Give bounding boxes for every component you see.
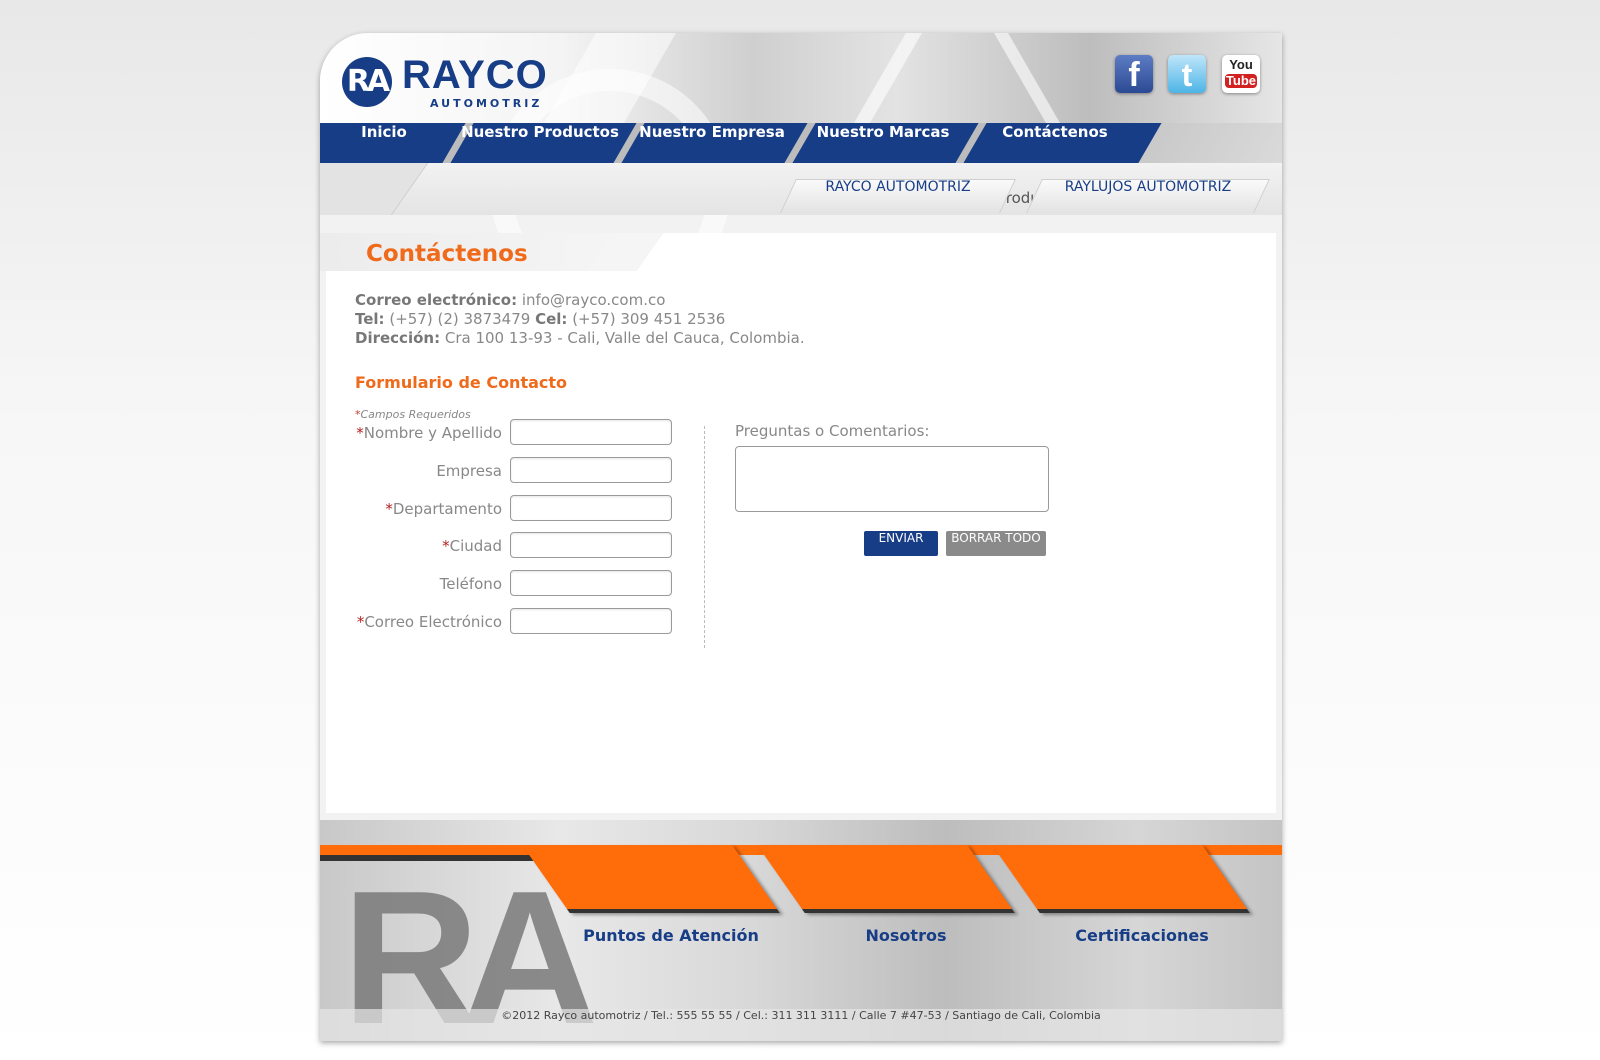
required-star: * <box>385 500 393 518</box>
field-label-text: Departamento <box>392 500 502 518</box>
ciudad-input[interactable] <box>510 532 672 558</box>
contact-info: Correo electrónico: info@rayco.com.co Te… <box>355 291 805 348</box>
nav-item-empresa[interactable]: Nuestro Empresa <box>632 123 792 163</box>
departamento-input[interactable] <box>510 495 672 521</box>
sub-tab-raylujos[interactable]: RAYLUJOS AUTOMOTRIZ <box>1034 179 1262 213</box>
form-divider <box>704 426 705 648</box>
required-star: * <box>442 537 450 555</box>
send-button[interactable]: ENVIAR <box>864 531 938 556</box>
twitter-icon[interactable]: t <box>1168 55 1206 93</box>
email-value[interactable]: info@rayco.com.co <box>522 291 666 309</box>
field-label-telefono: Teléfono <box>340 575 502 593</box>
field-label-text: Empresa <box>436 462 502 480</box>
sub-tab-rayco[interactable]: RAYCO AUTOMOTRIZ <box>788 179 1008 213</box>
contact-address-line: Dirección: Cra 100 13-93 - Cali, Valle d… <box>355 329 805 348</box>
field-label-text: Correo Electrónico <box>364 613 502 631</box>
nav-item-marcas[interactable]: Nuestro Marcas <box>803 123 963 163</box>
telefono-input[interactable] <box>510 570 672 596</box>
tel-value: (+57) (2) 3873479 <box>389 310 531 328</box>
field-label-text: Nombre y Apellido <box>363 424 502 442</box>
field-label-text: Ciudad <box>449 537 502 555</box>
footer-link-nosotros[interactable]: Nosotros <box>811 926 1001 945</box>
footer-link-puntos[interactable]: Puntos de Atención <box>576 926 766 945</box>
field-label-nombre: *Nombre y Apellido <box>340 424 502 442</box>
correo-input[interactable] <box>510 608 672 634</box>
empresa-input[interactable] <box>510 457 672 483</box>
main-nav-end <box>1138 123 1282 163</box>
address-value: Cra 100 13-93 - Cali, Valle del Cauca, C… <box>444 329 805 347</box>
nav-item-productos[interactable]: Nuestro Productos <box>460 123 620 163</box>
page-title: Contáctenos <box>366 241 528 267</box>
field-label-correo: *Correo Electrónico <box>340 613 502 631</box>
comments-label: Preguntas o Comentarios: <box>735 422 930 440</box>
page-frame: RA RAYCO AUTOMOTRIZ f t You Tube Inicio … <box>320 33 1282 1041</box>
rayco-logo[interactable]: RA RAYCO AUTOMOTRIZ <box>342 53 552 115</box>
field-label-empresa: Empresa <box>340 462 502 480</box>
comments-textarea[interactable] <box>735 446 1049 512</box>
header: RA RAYCO AUTOMOTRIZ f t You Tube <box>320 33 1282 309</box>
address-label: Dirección: <box>355 329 441 347</box>
logo-subtitle: AUTOMOTRIZ <box>430 97 543 110</box>
nav-item-inicio[interactable]: Inicio <box>320 123 448 163</box>
nav-item-contactenos[interactable]: Contáctenos <box>975 123 1135 163</box>
copyright: ©2012 Rayco automotriz / Tel.: 555 55 55… <box>320 1009 1282 1041</box>
field-label-text: Teléfono <box>439 575 502 593</box>
youtube-icon[interactable]: You Tube <box>1222 55 1260 93</box>
logo-name: RAYCO <box>402 53 548 97</box>
youtube-icon-bottom: Tube <box>1225 73 1257 88</box>
contact-phone-line: Tel: (+57) (2) 3873479 Cel: (+57) 309 45… <box>355 310 805 329</box>
tel-label: Tel: <box>355 310 385 328</box>
cel-value: (+57) 309 451 2536 <box>572 310 726 328</box>
required-note-text: Campos Requeridos <box>360 408 471 421</box>
form-title: Formulario de Contacto <box>355 373 568 392</box>
youtube-icon-top: You <box>1229 57 1253 72</box>
logo-mark: RA <box>342 57 392 107</box>
reset-button[interactable]: BORRAR TODO <box>946 531 1046 556</box>
email-label: Correo electrónico: <box>355 291 518 309</box>
cel-label: Cel: <box>535 310 568 328</box>
footer-link-certificaciones[interactable]: Certificaciones <box>1047 926 1237 945</box>
required-star: * <box>356 424 364 442</box>
field-label-departamento: *Departamento <box>340 500 502 518</box>
required-note: *Campos Requeridos <box>355 408 471 421</box>
facebook-icon[interactable]: f <box>1115 55 1153 94</box>
field-label-ciudad: *Ciudad <box>340 537 502 555</box>
nombre-input[interactable] <box>510 419 672 445</box>
footer-stripe-shadow <box>320 855 540 861</box>
contact-email-line: Correo electrónico: info@rayco.com.co <box>355 291 805 310</box>
